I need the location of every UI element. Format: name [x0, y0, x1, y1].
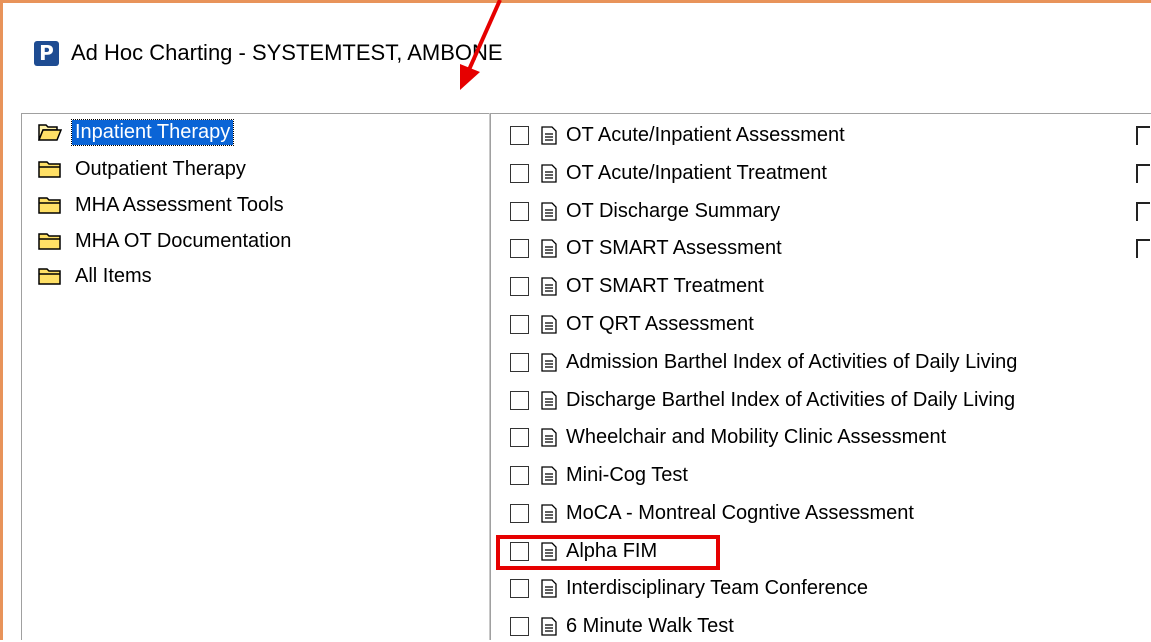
form-label: OT Acute/Inpatient Treatment	[566, 161, 827, 184]
list-item[interactable]: Discharge Barthel Index of Activities of…	[510, 384, 1015, 416]
list-item[interactable]: MoCA - Montreal Cogntive Assessment	[510, 497, 914, 529]
form-label: 6 Minute Walk Test	[566, 614, 734, 637]
list-item[interactable]: OT Discharge Summary	[510, 195, 780, 227]
form-label: OT QRT Assessment	[566, 312, 754, 335]
form-checkbox[interactable]	[510, 390, 529, 410]
document-icon	[541, 578, 557, 598]
folder-item-outpatient-therapy[interactable]: Outpatient Therapy	[38, 154, 249, 184]
document-icon	[541, 465, 557, 485]
form-label: OT Discharge Summary	[566, 199, 781, 222]
list-item[interactable]: OT SMART Treatment	[510, 270, 764, 302]
folder-label: MHA Assessment Tools	[75, 193, 284, 216]
annotation-arrow-icon	[460, 0, 502, 90]
app-icon: P	[34, 40, 59, 66]
document-icon	[541, 314, 557, 334]
window-title: Ad Hoc Charting - SYSTEMTEST, AMBONE	[71, 40, 503, 65]
form-checkbox[interactable]	[510, 427, 529, 447]
list-item[interactable]: 6 Minute Walk Test	[510, 610, 734, 642]
form-checkbox[interactable]	[510, 125, 529, 145]
folder-icon	[38, 268, 61, 285]
document-icon	[541, 238, 557, 258]
document-icon	[541, 201, 557, 221]
document-icon	[541, 352, 557, 372]
folder-label: Outpatient Therapy	[75, 157, 246, 180]
form-checkbox-partial[interactable]	[1136, 202, 1150, 221]
document-icon	[541, 427, 557, 447]
folder-tree: Inpatient Therapy Outpatient Therapy MHA…	[21, 113, 489, 640]
form-label: Interdisciplinary Team Conference	[566, 576, 869, 599]
list-item[interactable]: Interdisciplinary Team Conference	[510, 572, 868, 604]
form-label: MoCA - Montreal Cogntive Assessment	[566, 501, 914, 524]
form-checkbox[interactable]	[510, 352, 529, 372]
list-item[interactable]: Mini-Cog Test	[510, 459, 688, 491]
folder-item-all-items[interactable]: All Items	[38, 261, 155, 291]
folder-icon	[38, 161, 61, 178]
form-label: Discharge Barthel Index of Activities of…	[566, 388, 1016, 411]
form-label: Wheelchair and Mobility Clinic Assessmen…	[566, 425, 947, 448]
form-label: OT SMART Treatment	[566, 274, 764, 297]
document-icon	[541, 276, 557, 296]
form-checkbox[interactable]	[510, 616, 529, 636]
document-icon	[541, 125, 557, 145]
folder-label: MHA OT Documentation	[75, 229, 292, 252]
form-checkbox[interactable]	[510, 201, 529, 221]
folder-item-inpatient-therapy[interactable]: Inpatient Therapy	[38, 117, 235, 147]
form-label: Admission Barthel Index of Activities of…	[566, 350, 1018, 373]
form-checkbox[interactable]	[510, 578, 529, 598]
form-checkbox-partial[interactable]	[1136, 164, 1150, 183]
annotation-highlight-box	[496, 535, 720, 570]
form-checkbox[interactable]	[510, 465, 529, 485]
list-item[interactable]: Wheelchair and Mobility Clinic Assessmen…	[510, 421, 946, 453]
list-item[interactable]: OT Acute/Inpatient Treatment	[510, 157, 827, 189]
form-checkbox[interactable]	[510, 163, 529, 183]
form-checkbox[interactable]	[510, 276, 529, 296]
document-icon	[541, 163, 557, 183]
folder-label: All Items	[75, 264, 152, 287]
form-checkbox-partial[interactable]	[1136, 239, 1150, 258]
title-bar: P Ad Hoc Charting - SYSTEMTEST, AMBONE	[34, 36, 503, 70]
list-item[interactable]: Admission Barthel Index of Activities of…	[510, 346, 1017, 378]
document-icon	[541, 616, 557, 636]
form-label: OT Acute/Inpatient Assessment	[566, 123, 845, 146]
form-label: OT SMART Assessment	[566, 236, 782, 259]
folder-item-mha-ot-documentation[interactable]: MHA OT Documentation	[38, 226, 294, 256]
folder-label: Inpatient Therapy	[70, 118, 235, 146]
form-checkbox[interactable]	[510, 503, 529, 523]
form-checkbox-partial[interactable]	[1136, 126, 1150, 145]
list-item[interactable]: OT Acute/Inpatient Assessment	[510, 119, 845, 151]
list-item[interactable]: OT SMART Assessment	[510, 232, 782, 264]
folder-item-mha-assessment-tools[interactable]: MHA Assessment Tools	[38, 190, 287, 220]
document-icon	[541, 390, 557, 410]
folder-icon	[38, 197, 61, 214]
folder-icon	[38, 233, 61, 250]
form-checkbox[interactable]	[510, 238, 529, 258]
form-label: Mini-Cog Test	[566, 463, 688, 486]
folder-open-icon	[38, 124, 62, 141]
form-checkbox[interactable]	[510, 314, 529, 334]
document-icon	[541, 503, 557, 523]
list-item[interactable]: OT QRT Assessment	[510, 308, 754, 340]
